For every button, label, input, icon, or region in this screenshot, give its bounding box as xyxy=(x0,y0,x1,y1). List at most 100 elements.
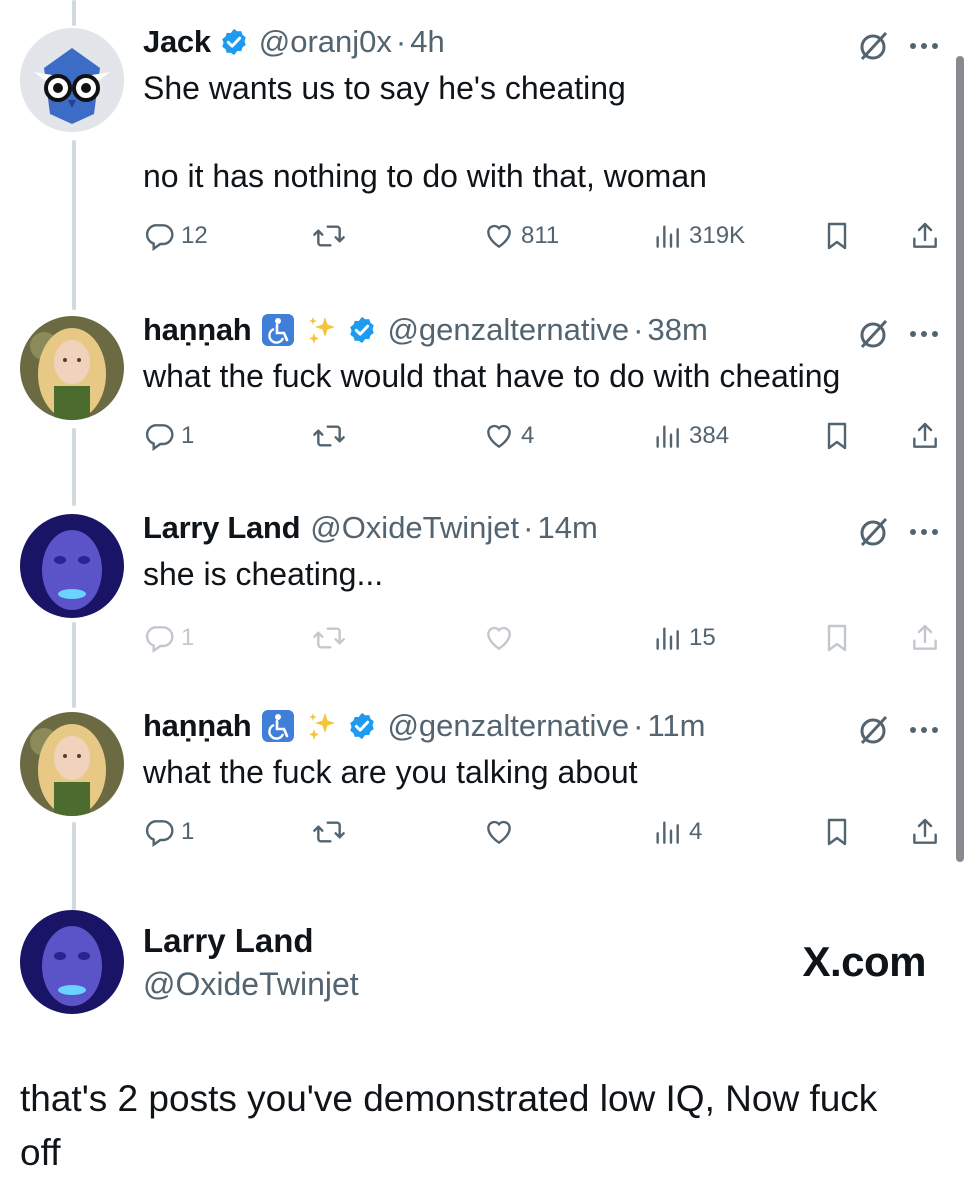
author-handle[interactable]: @OxideTwinjet xyxy=(310,510,519,546)
reply-button[interactable]: 1 xyxy=(143,812,194,852)
share-icon xyxy=(913,222,937,248)
verified-badge-icon xyxy=(350,712,375,740)
sparkles-emoji-icon xyxy=(309,713,336,740)
heart-icon xyxy=(487,224,511,249)
reply-count: 1 xyxy=(181,624,195,651)
like-button[interactable] xyxy=(483,618,521,658)
verified-badge-icon xyxy=(222,28,246,56)
sparkles-emoji-icon xyxy=(309,317,336,344)
more-icon[interactable] xyxy=(908,329,940,339)
share-button[interactable] xyxy=(909,812,941,852)
author-handle[interactable]: @genzalternative xyxy=(387,708,629,744)
author-name[interactable]: Jack xyxy=(143,24,211,60)
main-tweet-text: that's 2 posts you've demonstrated low I… xyxy=(20,1078,878,1173)
heart-icon xyxy=(487,424,511,449)
avatar[interactable] xyxy=(20,712,124,816)
repost-icon xyxy=(313,225,345,247)
timestamp[interactable]: 38m xyxy=(647,312,707,348)
like-count: 811 xyxy=(521,222,560,249)
action-bar: 1 15 xyxy=(143,618,940,658)
avatar[interactable] xyxy=(20,316,124,420)
reply-count: 12 xyxy=(181,222,208,249)
tweet-text: she is cheating... xyxy=(143,556,384,592)
action-bar: 12 811 319K xyxy=(143,216,940,256)
more-icon[interactable] xyxy=(908,725,940,735)
bookmark-icon xyxy=(827,222,847,250)
reply-icon xyxy=(145,626,174,653)
wheelchair-emoji-icon xyxy=(262,314,295,346)
separator-dot: · xyxy=(395,24,407,59)
tweet-text: what the fuck are you talking about xyxy=(143,754,638,790)
heart-icon xyxy=(487,626,511,651)
like-button[interactable]: 4 xyxy=(483,416,534,456)
thread-line xyxy=(72,140,76,310)
share-icon xyxy=(913,624,937,650)
reply-count: 1 xyxy=(181,818,195,845)
author-handle[interactable]: @oranj0x xyxy=(259,24,392,60)
action-bar: 1 4 xyxy=(143,812,940,852)
brand-watermark: X.com xyxy=(802,938,926,985)
grok-icon[interactable] xyxy=(858,30,890,62)
author-handle[interactable]: @genzalternative xyxy=(387,312,629,348)
bookmark-icon xyxy=(827,818,847,846)
repost-button[interactable] xyxy=(311,812,353,852)
like-count: 4 xyxy=(521,422,535,449)
avatar[interactable] xyxy=(20,28,124,132)
share-button[interactable] xyxy=(909,216,941,256)
reply-button[interactable]: 1 xyxy=(143,416,194,456)
more-icon[interactable] xyxy=(908,527,940,537)
tweet-text: what the fuck would that have to do with… xyxy=(143,358,841,394)
thread-line xyxy=(72,622,76,708)
avatar[interactable] xyxy=(20,910,124,1014)
views-button[interactable]: 15 xyxy=(651,618,716,658)
views-icon xyxy=(656,627,679,650)
action-bar: 1 4 384 xyxy=(143,416,940,456)
views-button[interactable]: 4 xyxy=(651,812,702,852)
thread-line xyxy=(72,0,76,26)
repost-button[interactable] xyxy=(311,618,353,658)
more-icon[interactable] xyxy=(908,41,940,51)
separator-dot: · xyxy=(633,312,644,347)
tweet-text: She wants us to say he's cheating no it … xyxy=(143,70,707,194)
heart-icon xyxy=(487,820,511,845)
views-icon xyxy=(656,425,679,448)
view-count: 384 xyxy=(689,422,730,449)
share-button[interactable] xyxy=(909,416,941,456)
grok-icon[interactable] xyxy=(858,714,890,746)
views-button[interactable]: 384 xyxy=(651,416,729,456)
view-count: 15 xyxy=(689,624,716,651)
wheelchair-emoji-icon xyxy=(262,710,295,742)
scrollbar[interactable] xyxy=(956,56,964,862)
repost-icon xyxy=(313,821,345,843)
reply-icon xyxy=(145,820,174,847)
timestamp[interactable]: 4h xyxy=(410,24,444,60)
repost-button[interactable] xyxy=(311,216,353,256)
views-button[interactable]: 319K xyxy=(651,216,745,256)
reply-button[interactable]: 1 xyxy=(143,618,194,658)
share-button[interactable] xyxy=(909,618,941,658)
bookmark-button[interactable] xyxy=(821,618,853,658)
view-count: 319K xyxy=(689,222,746,249)
repost-icon xyxy=(313,627,345,649)
view-count: 4 xyxy=(689,818,703,845)
avatar[interactable] xyxy=(20,514,124,618)
bookmark-button[interactable] xyxy=(821,416,853,456)
author-name[interactable]: haṇṇah xyxy=(143,312,252,348)
reply-count: 1 xyxy=(181,422,195,449)
like-button[interactable]: 811 xyxy=(483,216,559,256)
reply-icon xyxy=(145,424,174,451)
author-name[interactable]: haṇṇah xyxy=(143,708,252,744)
repost-button[interactable] xyxy=(311,416,353,456)
bookmark-button[interactable] xyxy=(821,216,853,256)
reply-icon xyxy=(145,224,174,251)
grok-icon[interactable] xyxy=(858,516,890,548)
like-button[interactable] xyxy=(483,812,521,852)
share-icon xyxy=(913,422,937,448)
timestamp[interactable]: 14m xyxy=(537,510,597,546)
bookmark-button[interactable] xyxy=(821,812,853,852)
bookmark-icon xyxy=(827,422,847,450)
grok-icon[interactable] xyxy=(858,318,890,350)
timestamp[interactable]: 11m xyxy=(647,708,705,744)
reply-button[interactable]: 12 xyxy=(143,216,208,256)
author-name[interactable]: Larry Land xyxy=(143,510,301,546)
